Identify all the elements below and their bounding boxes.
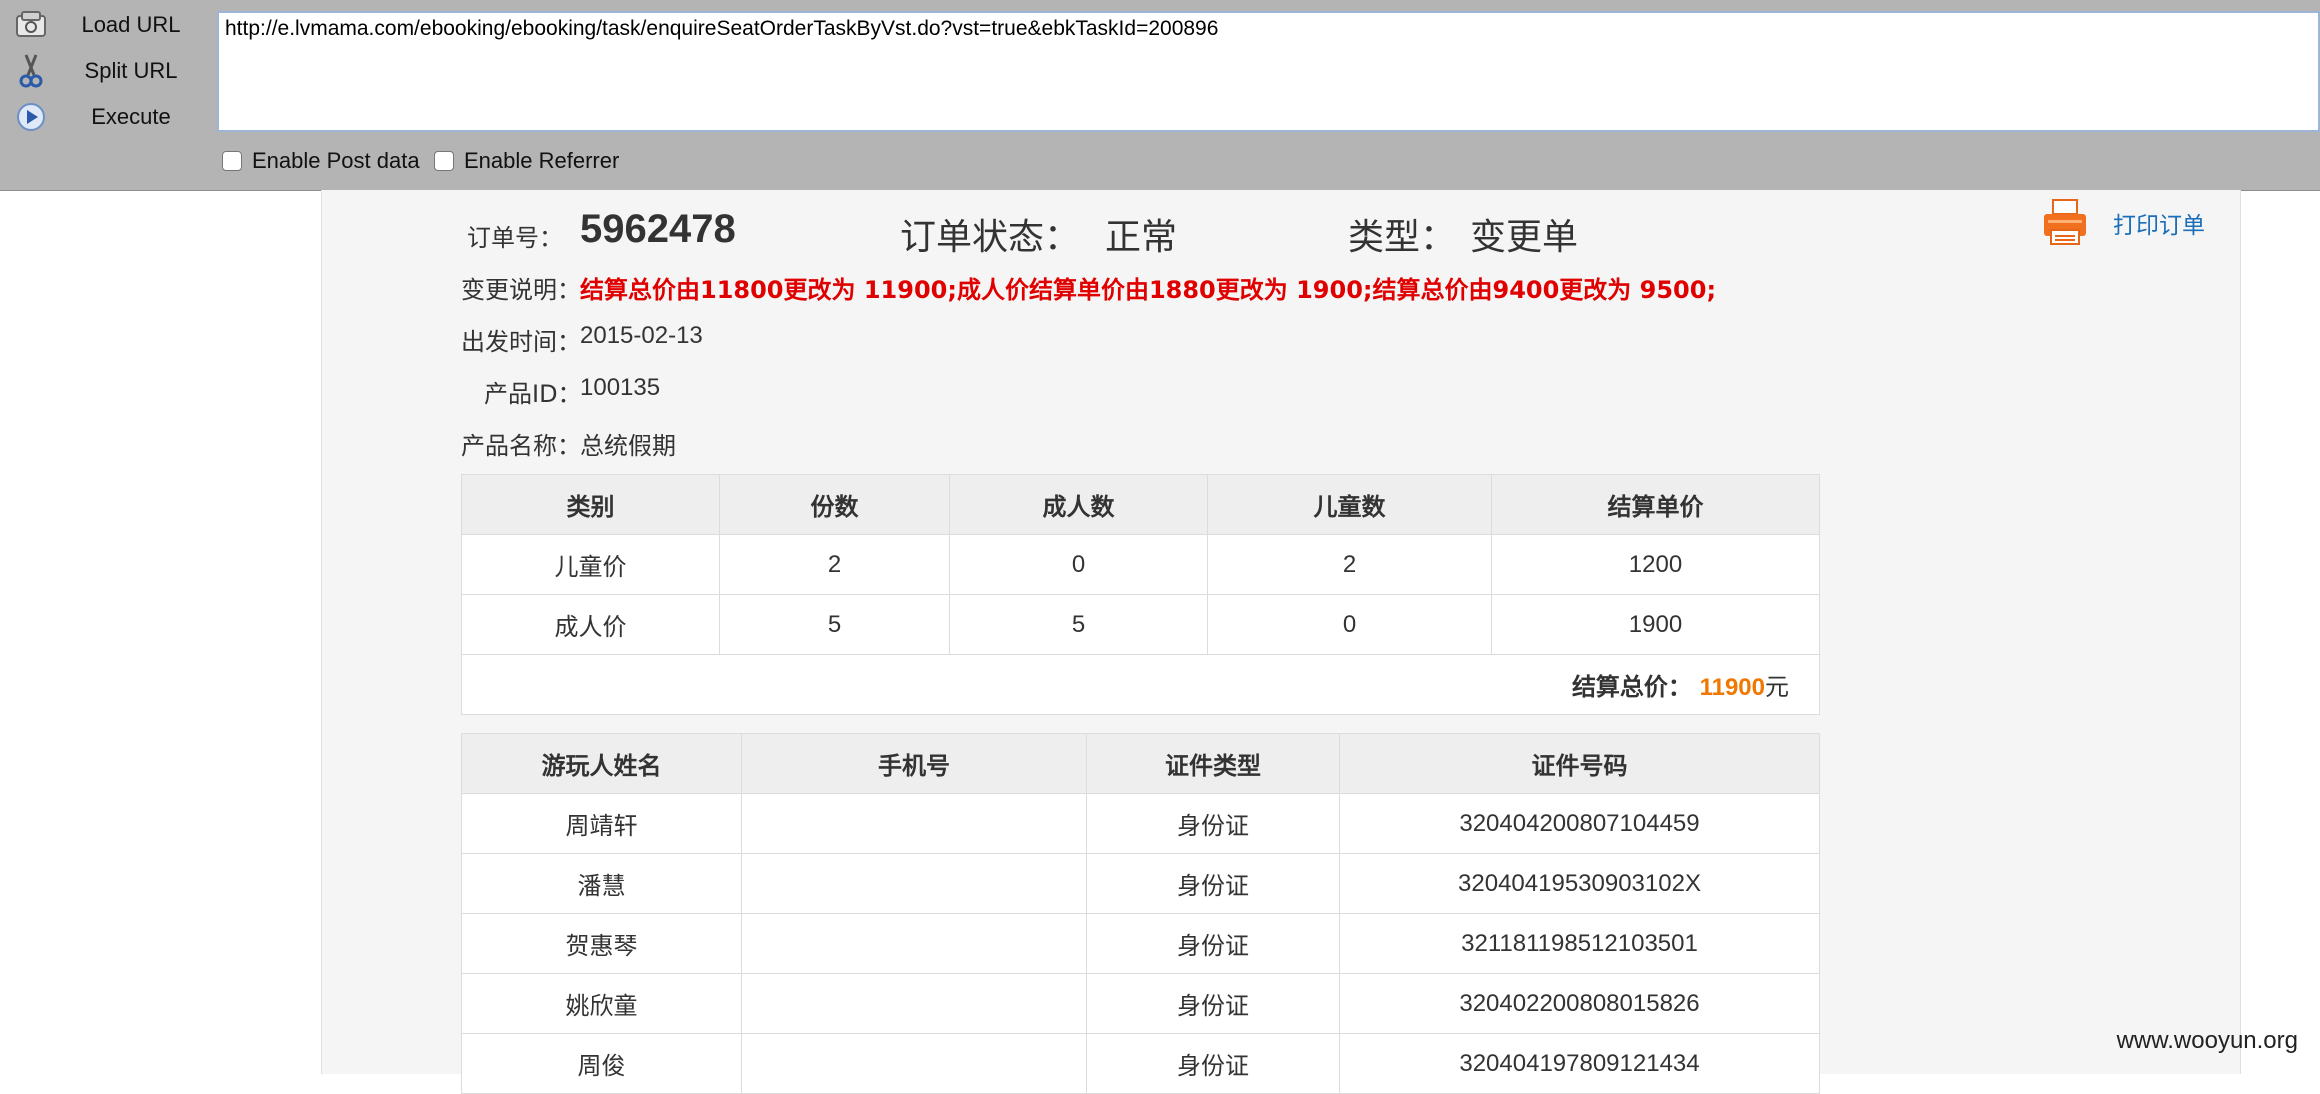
order-number: 5962478	[580, 207, 736, 251]
table-cell	[741, 913, 1087, 974]
price-table: 类别 份数 成人数 儿童数 结算单价 儿童价 2 0 2 1200 成人价 5 …	[461, 474, 1820, 715]
column-header: 类别	[461, 474, 720, 535]
total-row: 结算总价： 11900元	[461, 654, 1820, 715]
table-cell: 身份证	[1086, 793, 1340, 854]
load-url-label: Load URL	[81, 12, 181, 37]
order-status-value: 正常	[1105, 217, 1178, 258]
split-url-label: Split URL	[84, 58, 178, 83]
product-id-label: 产品ID：	[484, 380, 582, 408]
table-cell: 1900	[1491, 594, 1820, 655]
watermark: www.wooyun.org	[2116, 1027, 2298, 1054]
column-header: 证件号码	[1339, 733, 1820, 794]
column-header: 份数	[719, 474, 950, 535]
table-cell: 320402200808015826	[1339, 973, 1820, 1034]
table-row: 儿童价 2 0 2 1200	[461, 534, 1820, 595]
total-value: 11900	[1699, 674, 1765, 701]
table-row: 潘慧 身份证 32040419530903102X	[461, 853, 1820, 914]
checkbox-box[interactable]	[434, 151, 454, 171]
order-type-label: 类型：	[1348, 217, 1457, 258]
checkbox-box[interactable]	[222, 151, 242, 171]
total-label: 结算总价：	[1571, 673, 1692, 701]
enable-post-label: Enable Post data	[252, 148, 420, 173]
table-cell: 5	[949, 594, 1208, 655]
depart-time-value: 2015-02-13	[580, 322, 703, 349]
table-header-row: 游玩人姓名 手机号 证件类型 证件号码	[461, 733, 1820, 794]
order-number-label: 订单号：	[467, 224, 563, 252]
table-cell: 潘慧	[461, 853, 742, 914]
printer-icon[interactable]	[2042, 198, 2088, 250]
order-type-value: 变更单	[1470, 217, 1579, 258]
table-row: 成人价 5 5 0 1900	[461, 594, 1820, 655]
enable-referrer-checkbox[interactable]: Enable Referrer	[434, 148, 619, 174]
product-name-value: 总统假期	[580, 432, 676, 460]
table-cell: 身份证	[1086, 973, 1340, 1034]
table-row: 周俊 身份证 320404197809121434	[461, 1033, 1820, 1094]
column-header: 游玩人姓名	[461, 733, 742, 794]
table-row: 姚欣童 身份证 320402200808015826	[461, 973, 1820, 1034]
table-cell: 姚欣童	[461, 973, 742, 1034]
table-cell: 2	[719, 534, 950, 595]
product-id-value: 100135	[580, 374, 661, 401]
table-cell: 32040419530903102X	[1339, 853, 1820, 914]
table-cell: 成人价	[461, 594, 720, 655]
total-unit: 元	[1765, 673, 1789, 701]
load-url-button[interactable]: Load URL	[12, 5, 212, 45]
total-cell: 结算总价： 11900元	[461, 654, 1820, 715]
table-cell: 0	[949, 534, 1208, 595]
column-header: 手机号	[741, 733, 1087, 794]
change-note-text: 结算总价由11800更改为 11900;成人价结算单价由1880更改为 1900…	[580, 276, 1717, 304]
table-cell: 1200	[1491, 534, 1820, 595]
table-cell	[741, 1033, 1087, 1094]
hackbar-toolbar: Load URL Split URL Execute http://e.lvma…	[0, 0, 2320, 191]
table-cell	[741, 973, 1087, 1034]
table-cell: 320404200807104459	[1339, 793, 1820, 854]
execute-button[interactable]: Execute	[12, 97, 212, 137]
change-note-label: 变更说明：	[461, 276, 581, 304]
load-url-icon	[12, 6, 50, 44]
table-cell: 身份证	[1086, 913, 1340, 974]
order-status-label: 订单状态：	[900, 217, 1081, 258]
table-cell: 320404197809121434	[1339, 1033, 1820, 1094]
product-name-label: 产品名称：	[461, 432, 581, 460]
table-cell: 贺惠琴	[461, 913, 742, 974]
table-cell: 身份证	[1086, 853, 1340, 914]
execute-icon	[12, 98, 50, 136]
table-cell: 周靖轩	[461, 793, 742, 854]
table-cell: 儿童价	[461, 534, 720, 595]
table-cell: 2	[1207, 534, 1492, 595]
enable-post-checkbox[interactable]: Enable Post data	[222, 148, 420, 174]
table-row: 贺惠琴 身份证 321181198512103501	[461, 913, 1820, 974]
scissors-icon	[12, 52, 50, 90]
column-header: 证件类型	[1086, 733, 1340, 794]
split-url-button[interactable]: Split URL	[12, 51, 212, 91]
url-textarea[interactable]: http://e.lvmama.com/ebooking/ebooking/ta…	[217, 11, 2320, 132]
table-cell: 321181198512103501	[1339, 913, 1820, 974]
table-cell	[741, 793, 1087, 854]
execute-label: Execute	[91, 104, 171, 129]
depart-time-label: 出发时间：	[461, 328, 581, 356]
table-header-row: 类别 份数 成人数 儿童数 结算单价	[461, 474, 1820, 535]
table-cell: 身份证	[1086, 1033, 1340, 1094]
table-cell: 周俊	[461, 1033, 742, 1094]
print-order-link[interactable]: 打印订单	[2113, 206, 2205, 240]
enable-referrer-label: Enable Referrer	[464, 148, 620, 173]
traveler-table: 游玩人姓名 手机号 证件类型 证件号码 周靖轩 身份证 320404200807…	[461, 733, 1820, 1094]
table-cell: 0	[1207, 594, 1492, 655]
table-row: 周靖轩 身份证 320404200807104459	[461, 793, 1820, 854]
column-header: 结算单价	[1491, 474, 1820, 535]
table-cell: 5	[719, 594, 950, 655]
column-header: 儿童数	[1207, 474, 1492, 535]
column-header: 成人数	[949, 474, 1208, 535]
table-cell	[741, 853, 1087, 914]
